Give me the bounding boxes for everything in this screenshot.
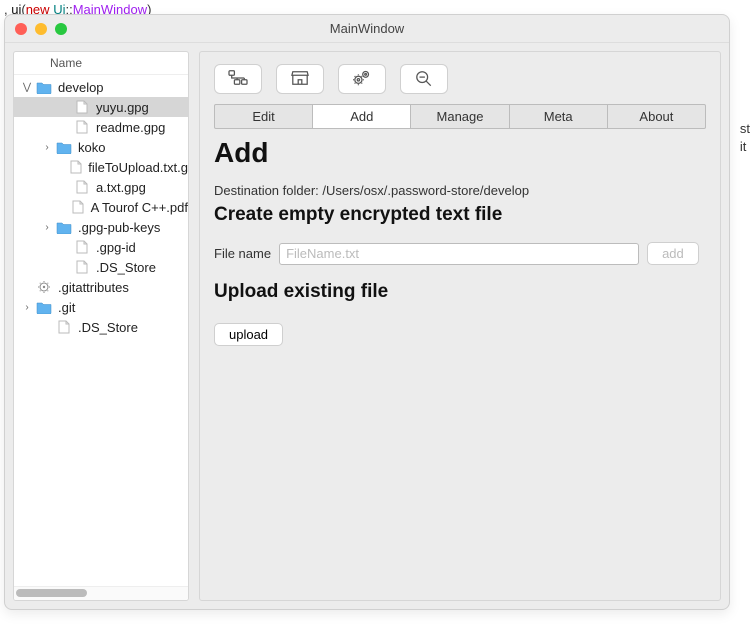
tree-row[interactable]: fileToUpload.txt.g bbox=[14, 157, 188, 177]
tab-bar: EditAddManageMetaAbout bbox=[214, 104, 706, 129]
file-icon bbox=[74, 99, 90, 115]
page-title: Add bbox=[214, 137, 706, 169]
tree-item-label: .gpg-id bbox=[96, 240, 136, 255]
tree-row[interactable]: .DS_Store bbox=[14, 257, 188, 277]
close-icon[interactable] bbox=[15, 23, 27, 35]
add-button[interactable]: add bbox=[647, 242, 699, 265]
tree-row[interactable]: .DS_Store bbox=[14, 317, 188, 337]
file-tree[interactable]: ⋁ develop yuyu.gpg readme.gpg › koko fileToUpl… bbox=[14, 75, 188, 586]
tree-item-label: .gpg-pub-keys bbox=[78, 220, 160, 235]
window-controls bbox=[5, 23, 67, 35]
tab-manage[interactable]: Manage bbox=[411, 105, 509, 128]
editor-peek-right: st it bbox=[740, 120, 750, 156]
toolbar-tree-button[interactable] bbox=[214, 64, 262, 94]
chevron-right-icon[interactable]: › bbox=[22, 302, 32, 312]
section-upload-heading: Upload existing file bbox=[214, 281, 706, 303]
folder-icon bbox=[36, 79, 52, 95]
titlebar: MainWindow bbox=[5, 15, 729, 43]
main-panel: EditAddManageMetaAbout Add Destination f… bbox=[199, 51, 721, 601]
file-icon bbox=[74, 259, 90, 275]
twisty-spacer bbox=[60, 202, 68, 212]
twisty-spacer bbox=[60, 182, 70, 192]
destination-folder-text: Destination folder: /Users/osx/.password… bbox=[214, 183, 706, 198]
main-window: MainWindow Name ⋁ develop yuyu.gpg readme.g… bbox=[4, 14, 730, 610]
upload-button[interactable]: upload bbox=[214, 323, 283, 346]
maximize-icon[interactable] bbox=[55, 23, 67, 35]
gear-icon bbox=[36, 279, 52, 295]
file-icon bbox=[74, 119, 90, 135]
twisty-spacer bbox=[60, 242, 70, 252]
tab-add[interactable]: Add bbox=[313, 105, 411, 128]
twisty-spacer bbox=[60, 122, 70, 132]
twisty-spacer bbox=[22, 282, 32, 292]
tree-item-label: .DS_Store bbox=[78, 320, 138, 335]
tree-item-label: readme.gpg bbox=[96, 120, 165, 135]
scrollbar-thumb[interactable] bbox=[16, 589, 87, 597]
chevron-down-icon[interactable]: ⋁ bbox=[22, 82, 32, 92]
tree-row[interactable]: ⋁ develop bbox=[14, 77, 188, 97]
tree-row[interactable]: › .gpg-pub-keys bbox=[14, 217, 188, 237]
file-icon bbox=[74, 239, 90, 255]
zoom-icon bbox=[413, 69, 435, 90]
tree-row[interactable]: › koko bbox=[14, 137, 188, 157]
toolbar-store-button[interactable] bbox=[276, 64, 324, 94]
folder-icon bbox=[56, 139, 72, 155]
toolbar bbox=[214, 64, 706, 94]
folder-icon bbox=[56, 219, 72, 235]
horizontal-scrollbar[interactable] bbox=[14, 586, 188, 600]
tab-edit[interactable]: Edit bbox=[215, 105, 313, 128]
file-tree-panel: Name ⋁ develop yuyu.gpg readme.gpg › koko file… bbox=[13, 51, 189, 601]
tree-row[interactable]: readme.gpg bbox=[14, 117, 188, 137]
twisty-spacer bbox=[60, 162, 66, 172]
toolbar-settings-button[interactable] bbox=[338, 64, 386, 94]
toolbar-zoom-button[interactable] bbox=[400, 64, 448, 94]
tree-item-label: a.txt.gpg bbox=[96, 180, 146, 195]
filename-input[interactable] bbox=[279, 243, 639, 265]
tree-item-label: .gitattributes bbox=[58, 280, 129, 295]
tab-about[interactable]: About bbox=[608, 105, 705, 128]
filename-label: File name bbox=[214, 246, 271, 261]
file-icon bbox=[56, 319, 72, 335]
tab-meta[interactable]: Meta bbox=[510, 105, 608, 128]
tree-item-label: koko bbox=[78, 140, 105, 155]
tree-row[interactable]: a.txt.gpg bbox=[14, 177, 188, 197]
file-icon bbox=[72, 199, 85, 215]
tree-column-header[interactable]: Name bbox=[14, 52, 188, 75]
section-create-heading: Create empty encrypted text file bbox=[214, 204, 706, 226]
tree-item-label: develop bbox=[58, 80, 104, 95]
tree-item-label: fileToUpload.txt.g bbox=[88, 160, 188, 175]
tree-item-label: yuyu.gpg bbox=[96, 100, 149, 115]
window-title: MainWindow bbox=[5, 21, 729, 36]
tree-row[interactable]: yuyu.gpg bbox=[14, 97, 188, 117]
file-icon bbox=[70, 159, 82, 175]
folder-icon bbox=[36, 299, 52, 315]
tree-item-label: A Tourof C++.pdf bbox=[91, 200, 188, 215]
tree-row[interactable]: .gitattributes bbox=[14, 277, 188, 297]
tree-row[interactable]: › .git bbox=[14, 297, 188, 317]
tree-icon bbox=[227, 69, 249, 90]
twisty-spacer bbox=[60, 262, 70, 272]
store-icon bbox=[289, 69, 311, 90]
chevron-right-icon[interactable]: › bbox=[42, 142, 52, 152]
tree-item-label: .git bbox=[58, 300, 75, 315]
tree-item-label: .DS_Store bbox=[96, 260, 156, 275]
twisty-spacer bbox=[42, 322, 52, 332]
file-icon bbox=[74, 179, 90, 195]
chevron-right-icon[interactable]: › bbox=[42, 222, 52, 232]
minimize-icon[interactable] bbox=[35, 23, 47, 35]
tree-row[interactable]: A Tourof C++.pdf bbox=[14, 197, 188, 217]
tree-row[interactable]: .gpg-id bbox=[14, 237, 188, 257]
gears-icon bbox=[351, 69, 373, 90]
twisty-spacer bbox=[60, 102, 70, 112]
